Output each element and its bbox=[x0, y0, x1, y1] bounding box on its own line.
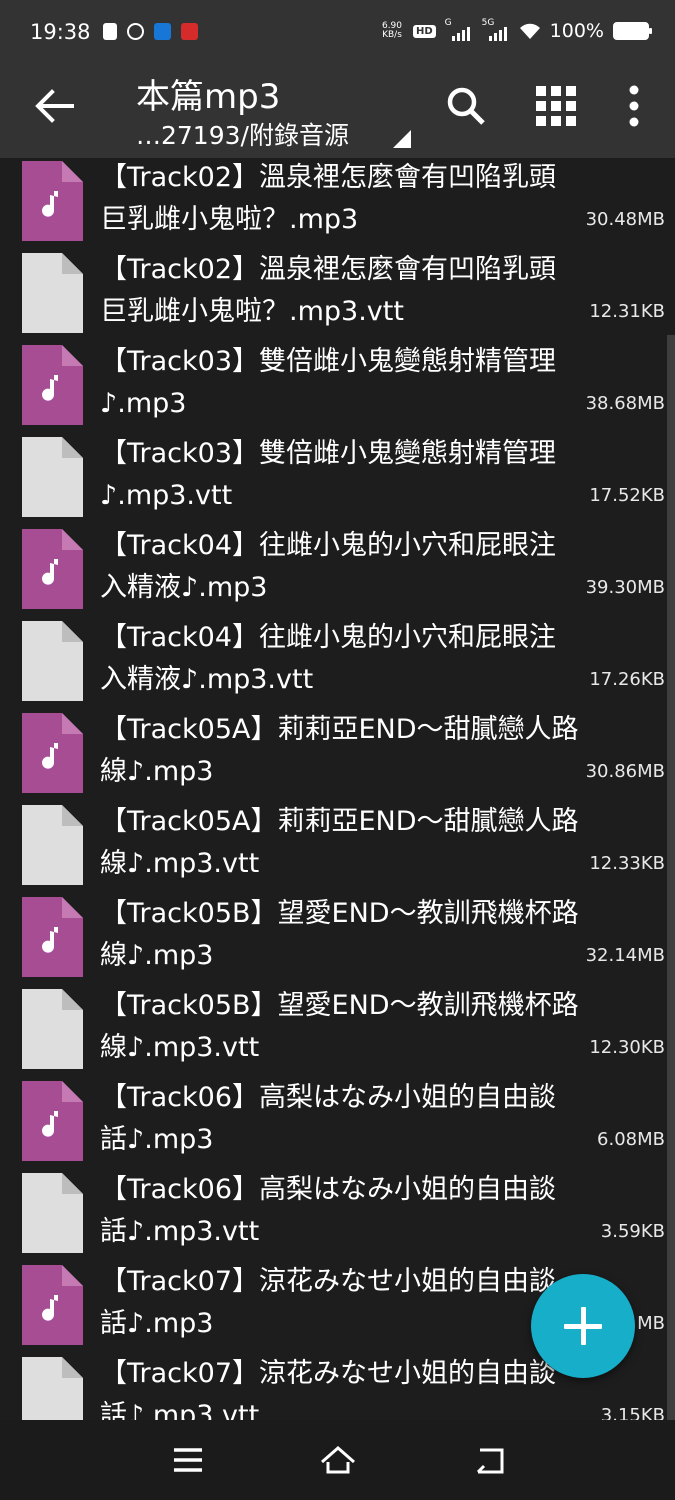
file-row[interactable]: 【Track02】溫泉裡怎麼會有凹陷乳頭巨乳雌小鬼啦？.mp3 30.48MB bbox=[0, 158, 675, 245]
back-arrow-icon[interactable] bbox=[32, 86, 76, 126]
file-size: 3.59KB bbox=[600, 1221, 665, 1242]
file-row[interactable]: 【Track04】往雌小鬼的小穴和屁眼注入精液♪.mp3.vtt 17.26KB bbox=[0, 613, 675, 705]
signal-icon: G bbox=[445, 18, 473, 41]
file-list[interactable]: 【Track02】溫泉裡怎麼會有凹陷乳頭巨乳雌小鬼啦？.mp3 30.48MB 【T… bbox=[0, 158, 675, 1420]
file-row[interactable]: 【Track06】高梨はなみ小姐的自由談話♪.mp3 6.08MB bbox=[0, 1073, 675, 1165]
app-notification-icon bbox=[154, 23, 171, 40]
app-bar: 本篇mp3 …27193/附錄音源 bbox=[0, 66, 675, 158]
file-row[interactable]: 【Track05B】望愛END～教訓飛機杯路線♪.mp3.vtt 12.30KB bbox=[0, 981, 675, 1073]
file-name: 【Track03】雙倍雌小鬼變態射精管理♪.mp3.vtt bbox=[100, 438, 557, 511]
menu-icon[interactable] bbox=[168, 1444, 208, 1476]
file-size: 39.30MB bbox=[585, 577, 665, 598]
text-file-icon bbox=[22, 621, 83, 701]
file-size: 12.30KB bbox=[589, 1037, 665, 1058]
search-icon[interactable] bbox=[444, 84, 488, 128]
text-file-icon bbox=[22, 1357, 83, 1420]
clipboard-icon bbox=[103, 23, 117, 40]
file-name: 【Track05B】望愛END～教訓飛機杯路線♪.mp3 bbox=[100, 898, 579, 971]
file-name: 【Track05A】莉莉亞END～甜膩戀人路線♪.mp3.vtt bbox=[100, 806, 579, 879]
file-row[interactable]: 【Track06】高梨はなみ小姐的自由談話♪.mp3.vtt 3.59KB bbox=[0, 1165, 675, 1257]
audio-file-icon bbox=[22, 529, 83, 609]
file-name: 【Track05B】望愛END～教訓飛機杯路線♪.mp3.vtt bbox=[100, 990, 579, 1063]
more-options-icon[interactable] bbox=[620, 84, 648, 128]
audio-file-icon bbox=[22, 345, 83, 425]
navigation-bar bbox=[0, 1420, 675, 1500]
file-size: 32.14MB bbox=[585, 945, 665, 966]
file-name: 【Track06】高梨はなみ小姐的自由談話♪.mp3.vtt bbox=[100, 1174, 557, 1247]
page-title: 本篇mp3 bbox=[136, 77, 281, 117]
file-row[interactable]: 【Track03】雙倍雌小鬼變態射精管理♪.mp3.vtt 17.52KB bbox=[0, 429, 675, 521]
file-size: 3.15KB bbox=[600, 1405, 665, 1420]
file-name: 【Track07】涼花みなせ小姐的自由談話♪.mp3.vtt bbox=[100, 1358, 557, 1420]
text-file-icon bbox=[22, 437, 83, 517]
file-name: 【Track04】往雌小鬼的小穴和屁眼注入精液♪.mp3.vtt bbox=[100, 622, 557, 695]
scrollbar[interactable] bbox=[667, 335, 675, 1420]
file-row[interactable]: 【Track05A】莉莉亞END～甜膩戀人路線♪.mp3.vtt 12.33KB bbox=[0, 797, 675, 889]
text-file-icon bbox=[22, 253, 83, 333]
audio-file-icon bbox=[22, 897, 83, 977]
home-icon[interactable] bbox=[318, 1444, 358, 1476]
file-name: 【Track04】往雌小鬼的小穴和屁眼注入精液♪.mp3 bbox=[100, 530, 557, 603]
file-name: 【Track03】雙倍雌小鬼變態射精管理♪.mp3 bbox=[100, 346, 557, 419]
file-row[interactable]: 【Track02】溫泉裡怎麼會有凹陷乳頭巨乳雌小鬼啦？.mp3.vtt 12.31… bbox=[0, 245, 675, 337]
file-name: 【Track02】溫泉裡怎麼會有凹陷乳頭巨乳雌小鬼啦？.mp3 bbox=[100, 162, 557, 235]
text-file-icon bbox=[22, 989, 83, 1069]
file-size: 30.48MB bbox=[585, 209, 665, 230]
add-button[interactable] bbox=[531, 1274, 635, 1378]
notification-icons bbox=[103, 23, 198, 40]
hd-icon: HD bbox=[413, 24, 436, 38]
file-name: 【Track07】涼花みなせ小姐的自由談話♪.mp3 bbox=[100, 1266, 557, 1339]
net-speed: 6.90 KB/s bbox=[381, 21, 403, 40]
file-name: 【Track05A】莉莉亞END～甜膩戀人路線♪.mp3 bbox=[100, 714, 579, 787]
status-time: 19:38 bbox=[30, 20, 91, 44]
file-row[interactable]: 【Track05B】望愛END～教訓飛機杯路線♪.mp3 32.14MB bbox=[0, 889, 675, 981]
file-size: 38.68MB bbox=[585, 393, 665, 414]
grid-view-icon[interactable] bbox=[536, 86, 576, 126]
audio-file-icon bbox=[22, 1265, 83, 1345]
file-size: MB bbox=[637, 1313, 665, 1334]
file-name: 【Track02】溫泉裡怎麼會有凹陷乳頭巨乳雌小鬼啦？.mp3.vtt bbox=[100, 254, 557, 327]
file-size: 17.52KB bbox=[589, 485, 665, 506]
file-row[interactable]: 【Track04】往雌小鬼的小穴和屁眼注入精液♪.mp3 39.30MB bbox=[0, 521, 675, 613]
link-icon bbox=[127, 23, 144, 40]
file-size: 17.26KB bbox=[589, 669, 665, 690]
text-file-icon bbox=[22, 805, 83, 885]
text-file-icon bbox=[22, 1173, 83, 1253]
file-size: 30.86MB bbox=[585, 761, 665, 782]
file-size: 12.31KB bbox=[589, 301, 665, 322]
path-subtitle[interactable]: …27193/附錄音源 bbox=[136, 116, 349, 152]
status-right: 6.90 KB/s HD G 5G 100% bbox=[380, 18, 652, 42]
back-nav-icon[interactable] bbox=[468, 1444, 508, 1476]
file-name: 【Track06】高梨はなみ小姐的自由談話♪.mp3 bbox=[100, 1082, 557, 1155]
status-bar: 19:38 6.90 KB/s HD G 5G 100% bbox=[0, 0, 675, 66]
file-size: 6.08MB bbox=[597, 1129, 665, 1150]
file-size: 12.33KB bbox=[589, 853, 665, 874]
wifi-icon bbox=[519, 23, 540, 39]
signal-5g-icon: 5G bbox=[482, 18, 510, 41]
battery-percent: 100% bbox=[549, 20, 604, 42]
file-row[interactable]: 【Track03】雙倍雌小鬼變態射精管理♪.mp3 38.68MB bbox=[0, 337, 675, 429]
audio-file-icon bbox=[22, 713, 83, 793]
battery-icon bbox=[613, 22, 652, 40]
audio-file-icon bbox=[22, 1081, 83, 1161]
app-notification-icon-2 bbox=[181, 23, 198, 40]
path-dropdown-icon[interactable] bbox=[393, 130, 411, 148]
audio-file-icon bbox=[22, 161, 83, 241]
file-row[interactable]: 【Track05A】莉莉亞END～甜膩戀人路線♪.mp3 30.86MB bbox=[0, 705, 675, 797]
